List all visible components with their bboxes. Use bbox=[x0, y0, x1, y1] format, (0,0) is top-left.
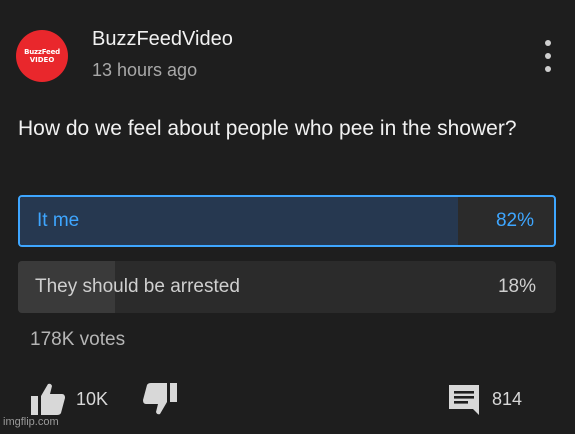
more-options-icon[interactable] bbox=[538, 40, 558, 72]
comments-button[interactable]: 814 bbox=[446, 382, 522, 416]
poll-option-label: They should be arrested bbox=[35, 276, 240, 297]
poll-option-arrested[interactable]: They should be arrested 18% bbox=[18, 261, 556, 313]
channel-name[interactable]: BuzzFeedVideo bbox=[92, 28, 233, 51]
menu-dot bbox=[545, 53, 551, 59]
poll-option-it-me[interactable]: It me 82% bbox=[18, 195, 556, 247]
like-button[interactable]: 10K bbox=[30, 382, 108, 416]
poll-option-fill bbox=[20, 197, 458, 245]
like-count: 10K bbox=[76, 388, 109, 409]
thumbs-up-icon bbox=[30, 382, 66, 416]
poll-option-percent: 82% bbox=[495, 210, 534, 231]
comment-count: 814 bbox=[492, 388, 523, 409]
channel-avatar[interactable]: BuzzFeed VIDEO bbox=[16, 30, 68, 82]
poll-question: How do we feel about people who pee in t… bbox=[18, 117, 517, 140]
thumbs-down-icon bbox=[142, 382, 178, 416]
watermark: imgflip.com bbox=[3, 416, 59, 428]
dislike-button[interactable] bbox=[142, 382, 178, 416]
comment-icon bbox=[446, 382, 482, 416]
avatar-logo-subtext: VIDEO bbox=[29, 55, 55, 64]
vote-count: 178K votes bbox=[30, 329, 126, 350]
avatar-logo-text: BuzzFeed bbox=[24, 47, 60, 56]
post-timestamp: 13 hours ago bbox=[92, 60, 198, 80]
poll-option-percent: 18% bbox=[497, 276, 536, 297]
poll-option-label: It me bbox=[37, 210, 80, 231]
menu-dot bbox=[545, 66, 551, 72]
community-post-card: BuzzFeed VIDEO BuzzFeedVideo 13 hours ag… bbox=[0, 0, 575, 434]
menu-dot bbox=[545, 40, 551, 46]
